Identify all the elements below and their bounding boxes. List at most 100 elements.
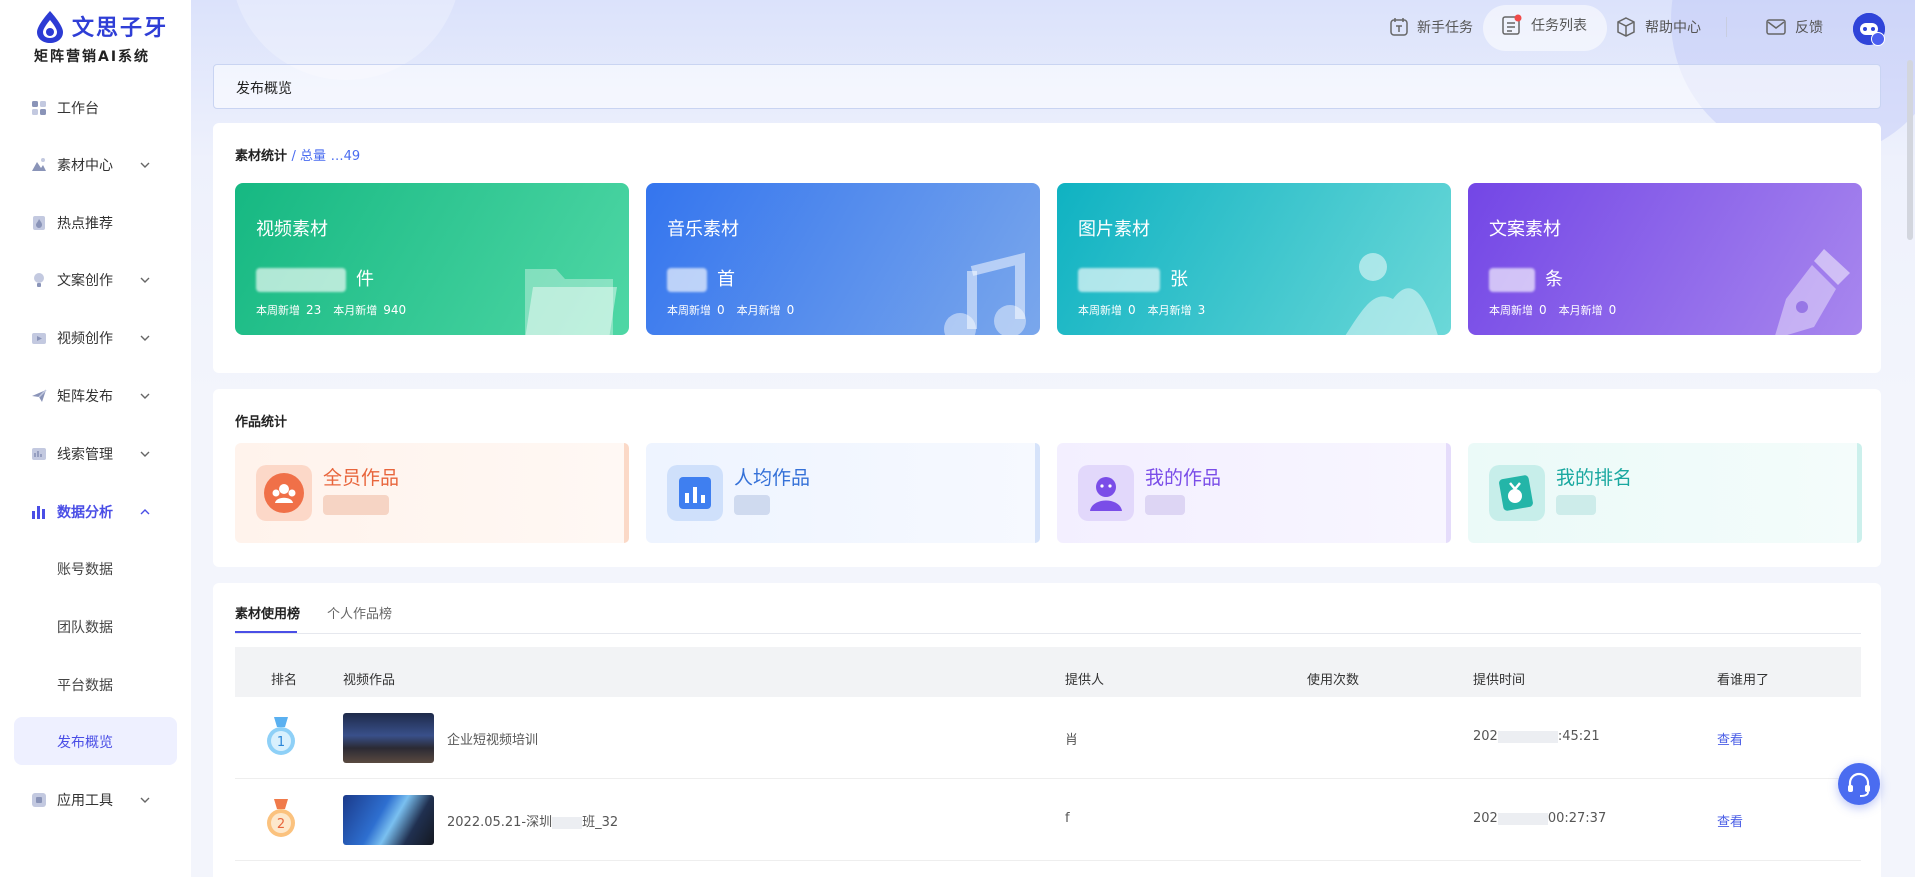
- topbar-divider: [1726, 17, 1727, 37]
- newbie-task-button[interactable]: 新手任务: [1389, 14, 1473, 40]
- task-list-icon: [1502, 14, 1522, 35]
- month-label: 本月新增: [1558, 304, 1603, 317]
- week-value: 0: [1128, 303, 1136, 317]
- chevron-up-icon: [140, 509, 150, 515]
- stat-card-copy[interactable]: 文案素材 条 本周新增 0 本月新增 0: [1468, 183, 1862, 335]
- help-center-label: 帮助中心: [1645, 20, 1701, 36]
- time-blur: [1497, 812, 1548, 825]
- sidebar-sub-account-data[interactable]: 账号数据: [14, 544, 177, 592]
- brand-name: 文思子牙: [72, 16, 169, 41]
- sidebar-item-label: 热点推荐: [57, 216, 113, 232]
- sidebar-item-workbench[interactable]: 工作台: [14, 84, 177, 132]
- provider-name: f: [1065, 811, 1070, 826]
- view-link[interactable]: 查看: [1717, 811, 1743, 830]
- month-value: 0: [786, 303, 795, 317]
- col-provider: 提供人: [1065, 673, 1105, 688]
- sidebar-sub-label: 团队数据: [57, 620, 113, 636]
- sidebar-item-material[interactable]: 素材中心: [14, 141, 177, 189]
- customer-service-button[interactable]: [1838, 763, 1880, 805]
- video-thumbnail[interactable]: [343, 713, 434, 763]
- work-accent-bar: [1857, 443, 1862, 543]
- sidebar-item-leads[interactable]: 线索管理: [14, 430, 177, 478]
- breadcrumb-title: 发布概览: [236, 81, 292, 97]
- work-card-all[interactable]: 全员作品: [235, 443, 629, 543]
- cube-icon: [1617, 17, 1635, 37]
- sidebar-item-tools[interactable]: 应用工具: [14, 776, 177, 824]
- page-scrollbar[interactable]: [1907, 60, 1913, 240]
- month-label: 本月新增: [736, 304, 781, 317]
- sidebar-item-copywriting[interactable]: 文案创作: [14, 256, 177, 304]
- top-bar: 新手任务 任务列表 帮助中心 反馈: [191, 0, 1915, 52]
- stat-footer: 本周新增 0 本月新增 3: [1078, 302, 1217, 318]
- sidebar-item-video[interactable]: 视频创作: [14, 314, 177, 362]
- month-label: 本月新增: [333, 304, 378, 317]
- week-label: 本周新增: [1078, 304, 1122, 317]
- brand-drop-icon: [37, 11, 63, 43]
- stat-unit: 首: [717, 269, 735, 290]
- sidebar-item-label: 视频创作: [57, 331, 113, 347]
- month-value: 0: [1608, 303, 1617, 317]
- work-card-mine[interactable]: 我的作品: [1057, 443, 1451, 543]
- material-total-label: / 总量: [291, 149, 327, 164]
- week-value: 0: [1539, 303, 1547, 317]
- stat-card-video[interactable]: 视频素材 件 本周新增 23 本月新增 940: [235, 183, 629, 335]
- work-value-blurred: [734, 495, 770, 515]
- work-value-blurred: [1145, 495, 1185, 515]
- stat-unit: 件: [356, 269, 374, 290]
- task-list-button[interactable]: 任务列表: [1501, 12, 1587, 38]
- bulb-icon: [34, 273, 44, 287]
- month-value: 940: [383, 303, 407, 317]
- view-link[interactable]: 查看: [1717, 729, 1743, 748]
- avatar-badge: [1871, 32, 1885, 46]
- rank-number: 1: [277, 735, 285, 750]
- brand-logo[interactable]: 文思子牙 矩阵营销AI系统: [32, 10, 172, 66]
- video-name[interactable]: 2022.05.21-深圳 班_32: [447, 811, 618, 830]
- video-name[interactable]: 企业短视频培训: [447, 729, 538, 748]
- name-blur: [552, 816, 583, 829]
- month-label: 本月新增: [1147, 304, 1192, 317]
- tab-personal-works[interactable]: 个人作品榜: [327, 603, 392, 622]
- task-list-label: 任务列表: [1531, 18, 1587, 34]
- sidebar-item-data-analysis[interactable]: 数据分析: [14, 488, 177, 536]
- stat-unit: 张: [1170, 269, 1188, 290]
- work-card-average[interactable]: 人均作品: [646, 443, 1040, 543]
- work-card-rank[interactable]: 我的排名: [1468, 443, 1862, 543]
- sidebar-item-label: 应用工具: [57, 793, 113, 809]
- month-value: 3: [1197, 303, 1206, 317]
- sidebar-item-label: 矩阵发布: [57, 389, 113, 405]
- week-label: 本周新增: [667, 304, 711, 317]
- help-center-button[interactable]: 帮助中心: [1615, 14, 1701, 40]
- table-header: 排名 视频作品 提供人 使用次数 提供时间 看谁用了: [235, 647, 1861, 697]
- sidebar-sub-label: 平台数据: [57, 678, 113, 694]
- time-start: 202: [1473, 729, 1498, 744]
- work-accent-bar: [1446, 443, 1451, 543]
- rank-medal-icon: 2: [267, 799, 295, 837]
- stat-card-music[interactable]: 音乐素材 首 本周新增 0 本月新增 0: [646, 183, 1040, 335]
- week-label: 本周新增: [1489, 304, 1533, 317]
- video-thumbnail[interactable]: [343, 795, 434, 845]
- feedback-button[interactable]: 反馈: [1765, 14, 1823, 40]
- sidebar-item-hot[interactable]: 热点推荐: [14, 199, 177, 247]
- sidebar-sub-platform-data[interactable]: 平台数据: [14, 660, 177, 708]
- sidebar-item-label: 线索管理: [57, 447, 113, 463]
- sidebar-sub-label: 账号数据: [57, 562, 113, 578]
- material-stats-card: 素材统计 / 总量 …49 视频素材 件 本周新增 23 本月新增 940 音乐素材 …: [213, 123, 1881, 373]
- col-rank: 排名: [271, 673, 298, 688]
- time-end: 00:27:37: [1547, 811, 1607, 826]
- sidebar-sub-team-data[interactable]: 团队数据: [14, 602, 177, 650]
- time-start: 202: [1473, 811, 1498, 826]
- tab-material-usage[interactable]: 素材使用榜: [235, 603, 300, 622]
- sidebar-sub-publish-overview[interactable]: 发布概览: [14, 717, 177, 765]
- stat-card-image[interactable]: 图片素材 张 本周新增 0 本月新增 3: [1057, 183, 1451, 335]
- newbie-task-label: 新手任务: [1417, 20, 1473, 36]
- week-value: 23: [306, 303, 322, 317]
- stat-value: 张: [1078, 265, 1188, 292]
- pen-nib-icon: [1775, 249, 1850, 335]
- stat-title: 文案素材: [1489, 219, 1561, 240]
- image-mountain-icon: [1345, 253, 1438, 335]
- table-row: 1 企业短视频培训 肖 202:45:21 查看: [235, 697, 1861, 779]
- headset-icon: [1848, 772, 1870, 797]
- sidebar-item-matrix-publish[interactable]: 矩阵发布: [14, 372, 177, 420]
- chevron-down-icon: [140, 451, 150, 457]
- sidebar: 文思子牙 矩阵营销AI系统 工作台 素材中心 热点推荐 文案创作 视频创作 矩阵…: [0, 0, 191, 877]
